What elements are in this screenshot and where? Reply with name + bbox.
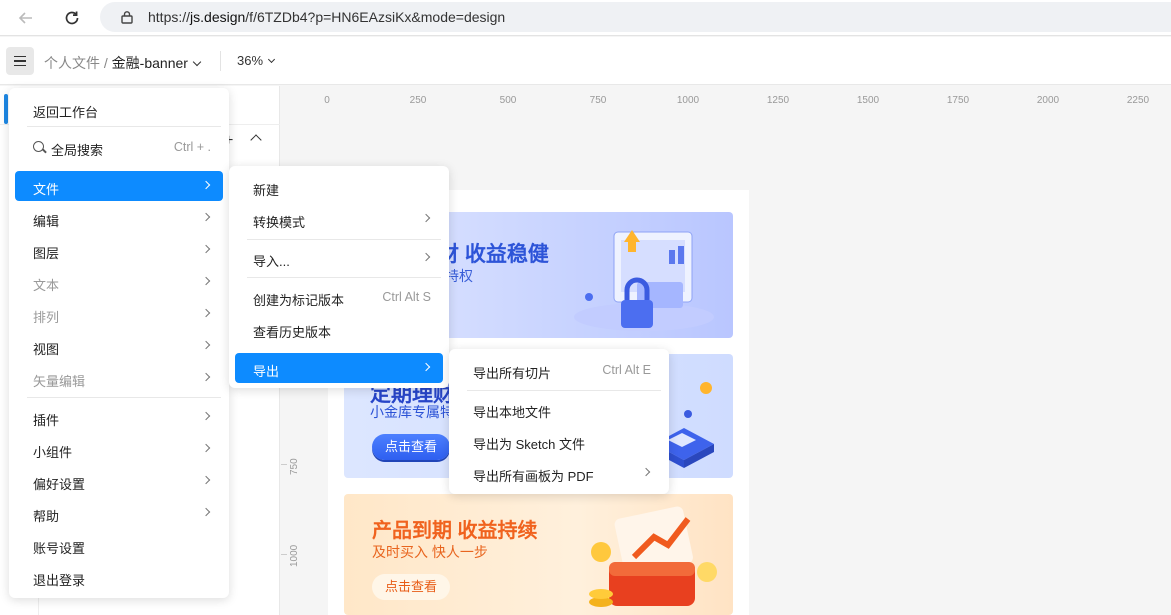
menu-item-help[interactable]: 帮助: [15, 498, 223, 528]
menu-item-history[interactable]: 查看历史版本: [235, 314, 443, 344]
app-toolbar: 个人文件 / 金融-banner 36%: [0, 37, 1171, 85]
url-text: https://js.design/f/6TZDb4?p=HN6EAzsiKx&…: [148, 9, 506, 25]
chevron-down-icon: [267, 55, 276, 64]
chevron-right-icon: [201, 340, 211, 350]
lock-icon: [121, 11, 133, 24]
menu-item-edit[interactable]: 编辑: [15, 203, 223, 233]
finance-illustration: [574, 230, 714, 331]
search-icon: [33, 141, 44, 152]
view-button[interactable]: 点击查看: [372, 434, 450, 460]
chevron-up-icon[interactable]: [250, 134, 262, 146]
address-bar[interactable]: https://js.design/f/6TZDb4?p=HN6EAzsiKx&…: [100, 2, 1171, 32]
zoom-dropdown[interactable]: 36%: [237, 53, 276, 68]
chevron-right-icon: [421, 362, 431, 372]
menu-item-file[interactable]: 文件: [15, 171, 223, 201]
menu-item-create-version[interactable]: 创建为标记版本 Ctrl Alt S: [235, 282, 443, 312]
banner-title: 产品到期 收益持续: [372, 520, 538, 542]
breadcrumb: 个人文件 / 金融-banner: [44, 53, 202, 73]
export-submenu: 导出所有切片 Ctrl Alt E 导出本地文件 导出为 Sketch 文件 导出…: [449, 349, 669, 494]
ruler-tick-label: 1000: [676, 95, 700, 106]
ruler-tick-label: 1250: [766, 95, 790, 106]
menu-item-account-settings[interactable]: 账号设置: [15, 530, 223, 560]
menu-item-export-sketch[interactable]: 导出为 Sketch 文件: [455, 426, 663, 456]
chevron-right-icon: [201, 507, 211, 517]
chevron-down-icon[interactable]: [192, 57, 202, 67]
banner-subtitle: 小金库专属特: [370, 404, 454, 420]
active-indicator: [4, 94, 8, 124]
ruler-tick-label: 0: [324, 95, 330, 106]
file-name[interactable]: 金融-banner: [112, 55, 188, 71]
menu-item-widgets[interactable]: 小组件: [15, 434, 223, 464]
banner-3[interactable]: 产品到期 收益持续 及时买入 快人一步 点击查看: [344, 494, 733, 615]
menu-item-arrange[interactable]: 排列: [15, 299, 223, 329]
chevron-right-icon: [201, 276, 211, 286]
ruler-tick-label: 500: [499, 95, 517, 106]
menu-item-view[interactable]: 视图: [15, 331, 223, 361]
menu-item-global-search[interactable]: 全局搜索 Ctrl + .: [15, 132, 223, 162]
menu-item-vector-edit[interactable]: 矢量编辑: [15, 363, 223, 393]
ruler-tick-label: 1500: [856, 95, 880, 106]
chevron-right-icon: [641, 467, 651, 477]
horizontal-ruler: 0 250 500 750 1000 1250 1500 1750 2000 2…: [281, 86, 1171, 108]
chevron-right-icon: [201, 180, 211, 190]
menu-item-back-to-workspace[interactable]: 返回工作台: [15, 94, 223, 124]
ruler-tick-label: 750: [589, 95, 607, 106]
chevron-right-icon: [421, 213, 431, 223]
menu-item-logout[interactable]: 退出登录: [15, 562, 223, 592]
main-menu: 返回工作台 全局搜索 Ctrl + . 文件 编辑 图层 文本 排列 视图 矢量…: [9, 88, 229, 598]
menu-item-plugins[interactable]: 插件: [15, 402, 223, 432]
chevron-right-icon: [201, 244, 211, 254]
chevron-right-icon: [201, 443, 211, 453]
banner-subtitle: 及时买入 快人一步: [372, 544, 488, 560]
ruler-tick-label: 2000: [1036, 95, 1060, 106]
ruler-tick-label: 1000: [289, 544, 300, 567]
menu-item-export[interactable]: 导出: [235, 353, 443, 383]
menu-item-import[interactable]: 导入...: [235, 243, 443, 273]
menu-item-export-pdf[interactable]: 导出所有画板为 PDF: [455, 458, 663, 488]
menu-item-convert-mode[interactable]: 转换模式: [235, 204, 443, 234]
ruler-tick-label: 750: [289, 458, 300, 475]
hamburger-menu-icon[interactable]: [6, 47, 34, 75]
ruler-tick-label: 1750: [946, 95, 970, 106]
chevron-right-icon: [201, 212, 211, 222]
banner-subtitle: 特权: [445, 268, 473, 284]
ruler-tick-label: 2250: [1126, 95, 1150, 106]
browser-bar: https://js.design/f/6TZDb4?p=HN6EAzsiKx&…: [0, 0, 1171, 36]
menu-item-text[interactable]: 文本: [15, 267, 223, 297]
chevron-right-icon: [201, 411, 211, 421]
chevron-right-icon: [201, 372, 211, 382]
chevron-right-icon: [201, 475, 211, 485]
menu-item-export-all-slices[interactable]: 导出所有切片 Ctrl Alt E: [455, 355, 663, 385]
menu-item-preferences[interactable]: 偏好设置: [15, 466, 223, 496]
view-button[interactable]: 点击查看: [372, 574, 450, 600]
menu-item-new[interactable]: 新建: [235, 172, 443, 202]
reload-icon[interactable]: [60, 6, 84, 30]
divider: [220, 51, 221, 71]
breadcrumb-root[interactable]: 个人文件: [44, 55, 100, 71]
arrow-left-icon[interactable]: [14, 6, 38, 30]
ruler-tick-label: 250: [409, 95, 427, 106]
chevron-right-icon: [421, 252, 431, 262]
menu-item-export-local-file[interactable]: 导出本地文件: [455, 394, 663, 424]
file-submenu: 新建 转换模式 导入... 创建为标记版本 Ctrl Alt S 查看历史版本 导…: [229, 166, 449, 388]
menu-item-layer[interactable]: 图层: [15, 235, 223, 265]
banner-title: 财 收益稳健: [438, 243, 549, 266]
wallet-illustration: [589, 506, 717, 607]
chevron-right-icon: [201, 308, 211, 318]
